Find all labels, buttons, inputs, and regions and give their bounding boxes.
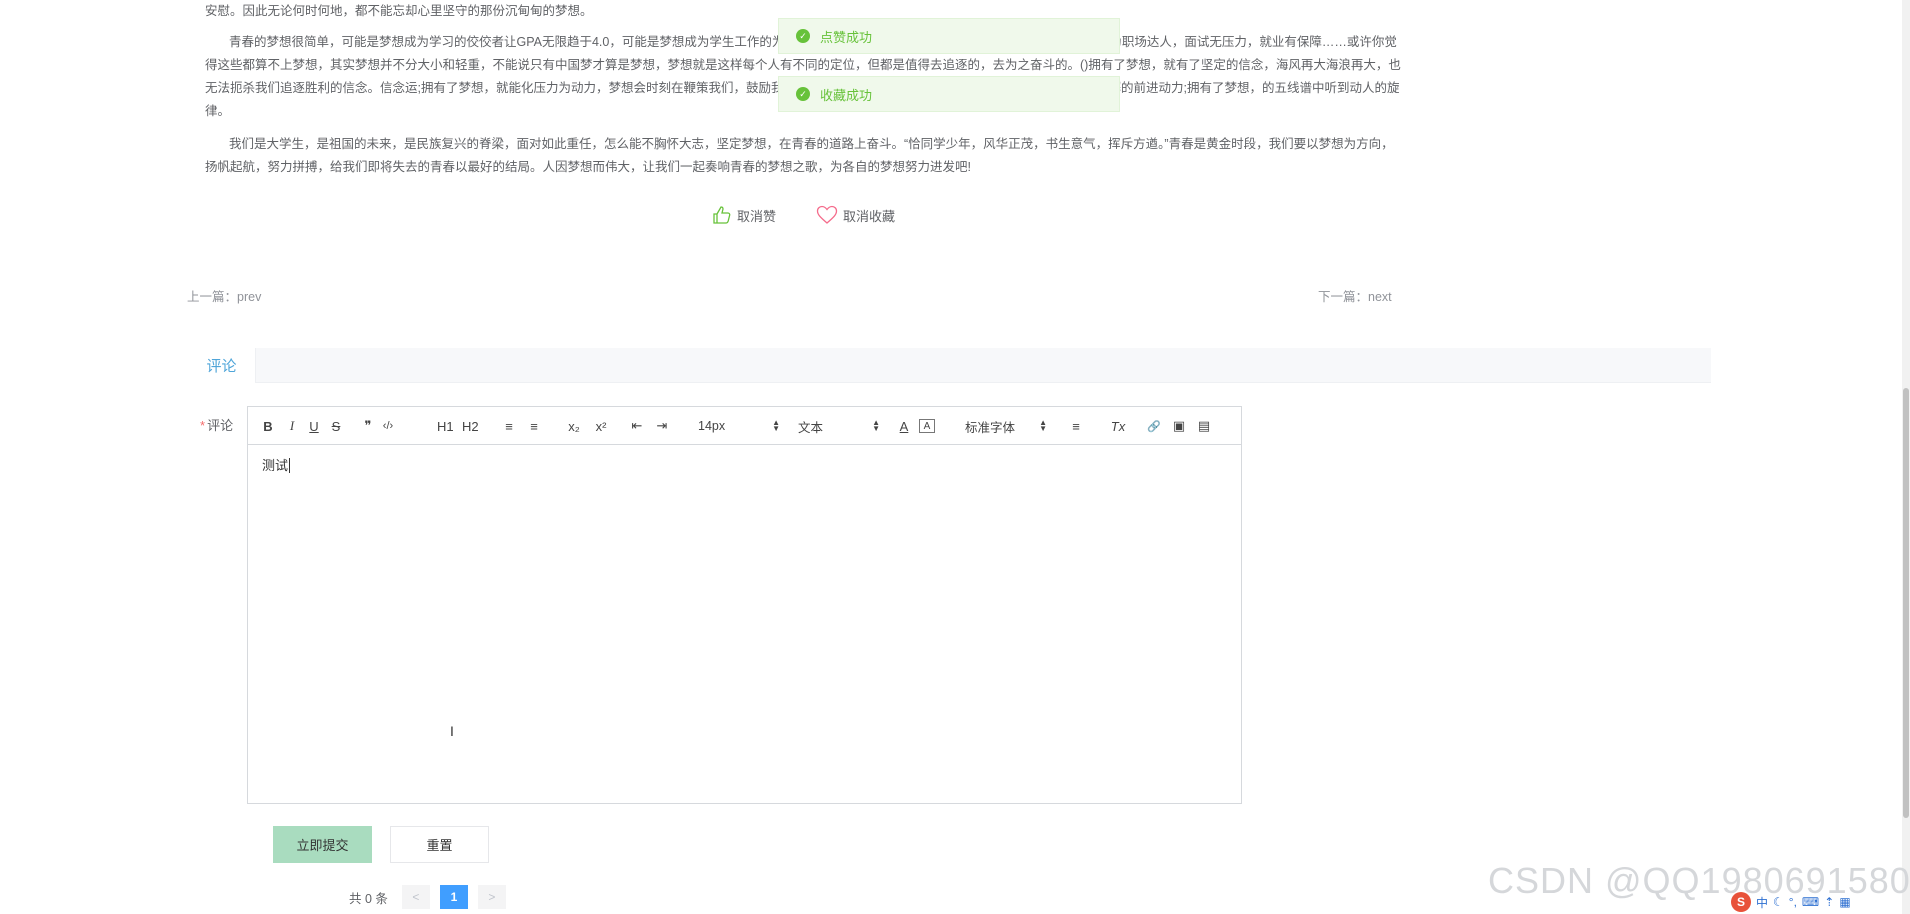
format-value: 文本 <box>798 420 824 435</box>
article-paragraph: 我们是大学生，是祖国的未来，是民族复兴的脊梁，面对如此重任，怎么能不胸怀大志，坚… <box>205 137 1394 174</box>
blockquote-icon[interactable]: ❞ <box>360 416 376 436</box>
page-number-button[interactable]: 1 <box>439 885 468 909</box>
success-toast: ✓ 点赞成功 <box>778 18 1120 54</box>
moon-icon[interactable]: ☾ <box>1773 895 1784 909</box>
code-block-icon[interactable]: ‹/› <box>380 416 396 436</box>
link-icon[interactable]: 🔗 <box>1146 416 1162 436</box>
prev-article-link[interactable]: 上一篇：prev <box>187 286 261 305</box>
tab-comment[interactable]: 评论 <box>188 348 256 383</box>
toolbox-icon[interactable]: ▦ <box>1839 895 1850 909</box>
format-select[interactable]: 文本 ▲ ▼ <box>798 416 880 436</box>
editor-content-area[interactable]: 测试 I <box>248 445 1241 803</box>
font-family-value: 标准字体 <box>965 420 1016 435</box>
sogou-logo-icon: S <box>1731 892 1751 912</box>
pagination: 共 0 条 < 1 > <box>349 885 516 909</box>
heart-icon <box>816 205 838 224</box>
check-circle-icon: ✓ <box>796 29 810 43</box>
unlike-button[interactable]: 取消赞 <box>712 205 776 225</box>
editor-toolbar: B I U S ❞ ‹/› H1 H2 ≡ ≡ x₂ x² ⇤ ⇥ 14px ▲… <box>248 407 1241 445</box>
prev-page-button[interactable]: < <box>401 885 430 909</box>
ibeam-cursor-icon: I <box>450 723 454 739</box>
strikethrough-button[interactable]: S <box>328 416 344 436</box>
font-color-icon[interactable]: A <box>896 416 912 436</box>
scrollbar-thumb[interactable] <box>1903 388 1909 818</box>
heading2-button[interactable]: H2 <box>462 416 479 436</box>
ime-language-indicator[interactable]: 中 <box>1756 894 1768 911</box>
unfavorite-button[interactable]: 取消收藏 <box>816 205 895 225</box>
underline-button[interactable]: U <box>306 416 322 436</box>
outdent-icon[interactable]: ⇤ <box>629 416 645 436</box>
ordered-list-icon[interactable]: ≡ <box>501 416 517 436</box>
submit-button[interactable]: 立即提交 <box>273 826 372 863</box>
select-arrows-icon: ▲ ▼ <box>872 418 880 433</box>
image-icon[interactable]: ▣ <box>1171 416 1187 436</box>
next-article-link[interactable]: 下一篇：next <box>1318 286 1392 305</box>
clear-format-icon[interactable]: Tx <box>1110 416 1126 436</box>
font-family-select[interactable]: 标准字体 ▲ ▼ <box>965 416 1047 436</box>
video-icon[interactable]: ▤ <box>1196 416 1212 436</box>
ime-toolbar[interactable]: S 中 ☾ °, ⌨ ⇡ ▦ <box>1731 892 1851 912</box>
heading1-button[interactable]: H1 <box>437 416 454 436</box>
pagination-total: 共 0 条 <box>349 891 388 906</box>
page-scrollbar[interactable] <box>1902 0 1910 914</box>
thumbs-up-icon <box>713 206 731 224</box>
punctuation-icon[interactable]: °, <box>1789 895 1797 909</box>
keyboard-icon[interactable]: ⌨ <box>1802 895 1819 909</box>
italic-button[interactable]: I <box>284 416 300 436</box>
shirt-icon[interactable]: ⇡ <box>1824 895 1834 909</box>
toast-message: 收藏成功 <box>820 87 873 103</box>
comment-tab-bar: 评论 <box>188 348 1711 383</box>
select-arrows-icon: ▲ ▼ <box>772 418 780 433</box>
font-size-value: 14px <box>698 419 726 433</box>
toast-message: 点赞成功 <box>820 29 873 45</box>
superscript-button[interactable]: x² <box>593 416 609 436</box>
bullet-list-icon[interactable]: ≡ <box>526 416 542 436</box>
check-circle-icon: ✓ <box>796 87 810 101</box>
rich-text-editor: B I U S ❞ ‹/› H1 H2 ≡ ≡ x₂ x² ⇤ ⇥ 14px ▲… <box>247 406 1242 804</box>
subscript-button[interactable]: x₂ <box>566 416 582 436</box>
required-mark: * <box>200 418 206 433</box>
text-caret <box>289 458 291 473</box>
comment-form-label: * 评论 <box>200 415 233 434</box>
comment-label-text: 评论 <box>207 418 234 433</box>
indent-icon[interactable]: ⇥ <box>654 416 670 436</box>
article-actions: 取消赞 取消收藏 <box>0 205 1910 229</box>
unfavorite-label: 取消收藏 <box>843 208 896 224</box>
select-arrows-icon: ▲ ▼ <box>1039 418 1047 433</box>
bold-button[interactable]: B <box>260 416 276 436</box>
font-size-select[interactable]: 14px ▲ ▼ <box>698 416 780 436</box>
editor-text: 测试 <box>262 458 289 473</box>
reset-button[interactable]: 重置 <box>390 826 489 863</box>
align-icon[interactable]: ≡ <box>1068 416 1084 436</box>
next-page-button[interactable]: > <box>477 885 506 909</box>
background-color-icon[interactable]: A <box>919 419 935 433</box>
success-toast: ✓ 收藏成功 <box>778 76 1120 112</box>
unlike-label: 取消赞 <box>737 208 777 224</box>
